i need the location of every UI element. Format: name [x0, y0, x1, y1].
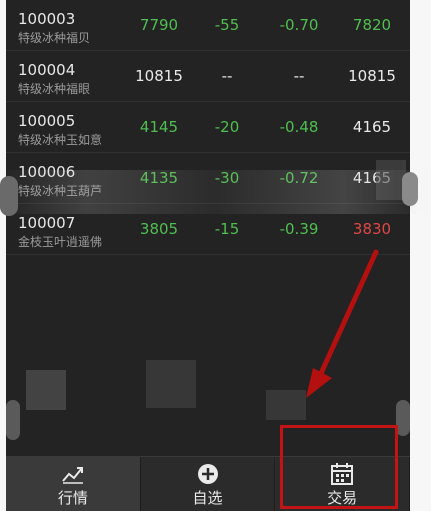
product-code: 100003	[18, 10, 76, 28]
chart-line-icon	[62, 467, 83, 484]
calendar-icon	[331, 463, 354, 485]
percent-change: --	[293, 67, 305, 85]
add-circle-icon	[197, 464, 218, 484]
right-scroll-blob	[396, 400, 410, 436]
mosaic-artifact	[266, 390, 306, 420]
percent-change: -0.48	[279, 118, 319, 136]
tab-trade[interactable]: 交易	[275, 457, 410, 511]
product-code: 100005	[18, 112, 76, 130]
app-screen: 100003 特级冰种福贝 7790 -55 -0.70 7820 100004…	[6, 0, 410, 511]
reference-price: 10815	[348, 67, 396, 85]
quote-table: 100003 特级冰种福贝 7790 -55 -0.70 7820 100004…	[6, 0, 410, 255]
tab-watchlist[interactable]: 自选	[141, 457, 276, 511]
latest-price: 4145	[139, 118, 179, 136]
product-name: 特级冰种玉如意	[18, 133, 103, 147]
latest-price: 7790	[139, 16, 179, 34]
reference-price: 4165	[352, 118, 392, 136]
table-row[interactable]: 100006 特级冰种玉葫芦 4135 -30 -0.72 4165	[6, 153, 410, 204]
latest-price: 10815	[135, 67, 183, 85]
latest-price: 3805	[139, 220, 179, 238]
product-name: 特级冰种福眼	[18, 82, 91, 96]
tab-trade-label: 交易	[327, 489, 358, 507]
product-code: 100007	[18, 214, 76, 232]
latest-price: 4135	[139, 169, 179, 187]
tab-market-label: 行情	[57, 489, 88, 507]
reference-price: 3830	[352, 220, 392, 238]
table-row[interactable]: 100003 特级冰种福贝 7790 -55 -0.70 7820	[6, 0, 410, 51]
price-change: -15	[214, 220, 240, 238]
percent-change: -0.72	[279, 169, 319, 187]
percent-change: -0.70	[279, 16, 319, 34]
mosaic-artifact	[26, 370, 66, 410]
price-change: --	[221, 67, 233, 85]
right-edge-blob	[402, 172, 418, 206]
product-code: 100004	[18, 61, 76, 79]
left-scroll-blob	[6, 400, 20, 440]
tab-market[interactable]: 行情	[6, 457, 141, 511]
price-change: -30	[214, 169, 240, 187]
product-name: 金枝玉叶逍遥佛	[18, 235, 103, 249]
price-change: -20	[214, 118, 240, 136]
mosaic-artifact	[146, 360, 196, 408]
percent-change: -0.39	[279, 220, 319, 238]
bottom-tab-bar: 行情 自选 交易	[6, 456, 410, 511]
product-name: 特级冰种玉葫芦	[18, 184, 103, 198]
product-code: 100006	[18, 163, 76, 181]
left-edge-blob	[0, 176, 18, 216]
price-change: -55	[214, 16, 240, 34]
product-name: 特级冰种福贝	[18, 31, 91, 45]
table-row[interactable]: 100005 特级冰种玉如意 4145 -20 -0.48 4165	[6, 102, 410, 153]
table-row[interactable]: 100004 特级冰种福眼 10815 -- -- 10815	[6, 51, 410, 102]
tab-watchlist-label: 自选	[192, 489, 223, 507]
reference-price: 7820	[352, 16, 392, 34]
table-row[interactable]: 100007 金枝玉叶逍遥佛 3805 -15 -0.39 3830	[6, 204, 410, 255]
